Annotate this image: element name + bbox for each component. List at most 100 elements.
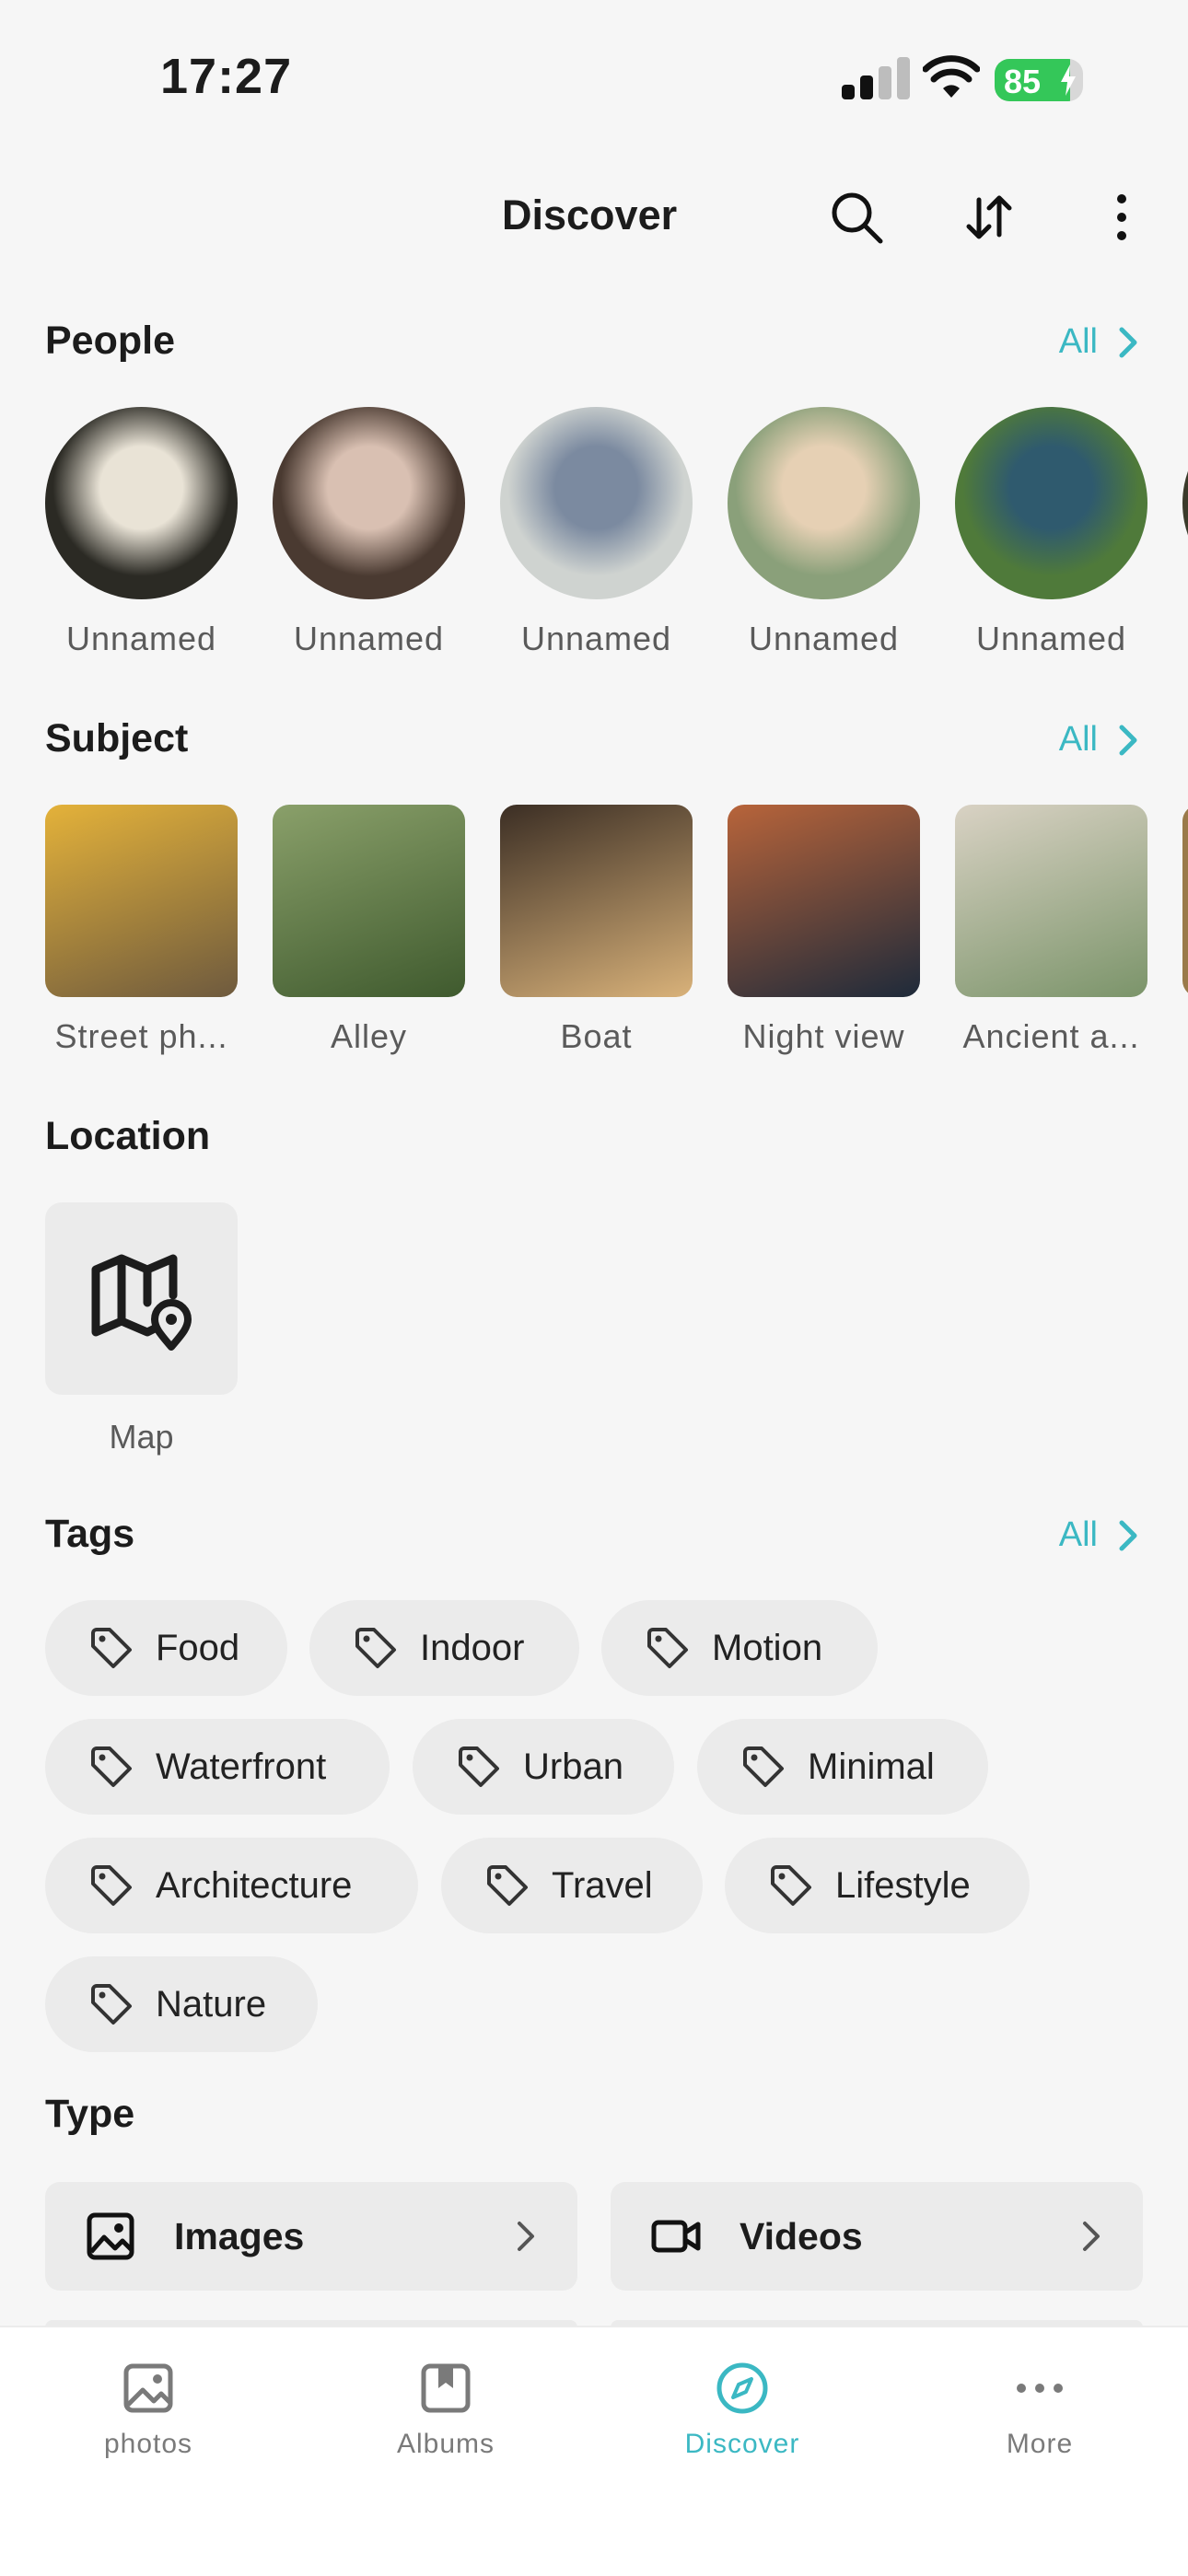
nav-more[interactable]: More — [948, 2361, 1132, 2460]
chevron-right-icon — [1083, 2222, 1100, 2251]
subject-row: Street ph... Alley Boat Night view Ancie… — [45, 805, 1188, 1056]
person-avatar — [728, 407, 920, 599]
person-item[interactable]: Unnamed — [45, 407, 238, 658]
subject-thumbnail — [45, 805, 238, 997]
video-icon — [651, 2220, 701, 2253]
sort-button[interactable] — [956, 184, 1022, 250]
nav-more-label: More — [1006, 2429, 1074, 2459]
tag-icon — [771, 1865, 811, 1906]
person-item[interactable]: Unnamed — [273, 407, 465, 658]
more-options-button[interactable] — [1089, 184, 1155, 250]
chevron-right-icon — [518, 2222, 534, 2251]
subject-label: Street ph... — [54, 1017, 228, 1055]
people-all-label: All — [1058, 322, 1098, 361]
battery-percentage: 85 — [1004, 63, 1042, 100]
nav-albums[interactable]: Albums — [354, 2361, 538, 2460]
tag-icon — [355, 1628, 396, 1668]
subject-all-label: All — [1058, 720, 1098, 759]
tag-label: Nature — [156, 1983, 267, 2025]
compass-icon — [716, 2362, 768, 2414]
subject-item[interactable]: Night view — [728, 805, 920, 1056]
signal-icon — [842, 57, 910, 99]
tag-chip-nature[interactable]: Nature — [45, 1956, 318, 2052]
charging-bolt-icon — [1061, 64, 1076, 96]
tag-label: Waterfront — [156, 1746, 327, 1787]
subject-thumbnail — [1182, 805, 1188, 997]
person-avatar — [1182, 407, 1188, 599]
people-row: Unnamed Unnamed Unnamed Unnamed Unnamed — [45, 407, 1188, 658]
type-videos-card[interactable]: Videos — [611, 2182, 1143, 2291]
tag-icon — [91, 1984, 132, 2025]
person-item[interactable]: Unnamed — [728, 407, 920, 658]
chevron-right-icon — [1119, 1520, 1137, 1550]
tags-all-link[interactable]: All — [1059, 1515, 1140, 1555]
person-name: Unnamed — [975, 620, 1127, 657]
person-item[interactable]: Unnamed — [500, 407, 693, 658]
type-images-card[interactable]: Images — [45, 2182, 577, 2291]
tag-chip-waterfront[interactable]: Waterfront — [45, 1719, 390, 1815]
map-label: Map — [109, 1418, 174, 1456]
person-avatar — [45, 407, 238, 599]
tag-icon — [91, 1865, 132, 1906]
bottom-navigation: photos Albums Discover More — [0, 2326, 1188, 2576]
person-item[interactable]: Unnamed — [955, 407, 1147, 658]
person-avatar — [955, 407, 1147, 599]
nav-discover[interactable]: Discover — [650, 2361, 834, 2460]
battery-indicator: 85 — [995, 59, 1083, 101]
subject-item[interactable]: Alley — [273, 805, 465, 1056]
tag-chip-minimal[interactable]: Minimal — [697, 1719, 988, 1815]
tag-icon — [91, 1628, 132, 1668]
search-icon — [832, 192, 883, 244]
person-avatar — [500, 407, 693, 599]
subject-item[interactable]: Street ph... — [45, 805, 238, 1056]
subject-item[interactable]: Boat — [500, 805, 693, 1056]
nav-photos-label: photos — [103, 2429, 193, 2459]
chevron-right-icon — [1119, 725, 1137, 755]
tag-label: Lifestyle — [835, 1864, 971, 1906]
subject-section-title: Subject — [45, 716, 189, 760]
tag-chip-food[interactable]: Food — [45, 1600, 287, 1696]
person-avatar — [273, 407, 465, 599]
tag-chip-architecture[interactable]: Architecture — [45, 1838, 418, 1933]
tag-chip-travel[interactable]: Travel — [441, 1838, 703, 1933]
tag-label: Motion — [712, 1627, 823, 1668]
subject-label: Night view — [742, 1017, 905, 1055]
sort-icon — [966, 195, 1012, 239]
wifi-icon — [923, 55, 980, 98]
tag-label: Indoor — [420, 1627, 525, 1668]
subject-item[interactable]: Ancient a... — [955, 805, 1147, 1056]
subject-label: Alley — [330, 1017, 408, 1055]
tag-chip-motion[interactable]: Motion — [601, 1600, 878, 1696]
person-item-partial[interactable] — [1182, 407, 1188, 658]
subject-label: Boat — [560, 1017, 633, 1055]
people-all-link[interactable]: All — [1059, 322, 1140, 362]
album-icon — [421, 2363, 471, 2413]
tag-icon — [487, 1865, 528, 1906]
search-button[interactable] — [823, 184, 890, 250]
map-pin-icon — [91, 1254, 192, 1351]
tag-icon — [91, 1746, 132, 1787]
tags-section-title: Tags — [45, 1512, 135, 1556]
tag-label: Minimal — [808, 1746, 935, 1787]
tag-chip-urban[interactable]: Urban — [413, 1719, 674, 1815]
subject-thumbnail — [955, 805, 1147, 997]
location-section-title: Location — [45, 1114, 211, 1158]
type-videos-label: Videos — [740, 2214, 863, 2257]
subject-item-partial[interactable] — [1182, 805, 1188, 1056]
tag-chip-lifestyle[interactable]: Lifestyle — [725, 1838, 1030, 1933]
subject-thumbnail — [500, 805, 693, 997]
status-time: 17:27 — [160, 49, 293, 104]
map-tile[interactable] — [45, 1202, 238, 1395]
tag-label: Food — [156, 1627, 240, 1668]
image-icon — [87, 2212, 134, 2260]
tag-label: Urban — [523, 1746, 623, 1787]
tag-label: Travel — [552, 1864, 653, 1906]
nav-albums-label: Albums — [396, 2429, 495, 2459]
subject-all-link[interactable]: All — [1059, 720, 1140, 760]
nav-photos[interactable]: photos — [56, 2361, 240, 2460]
tag-chip-indoor[interactable]: Indoor — [309, 1600, 579, 1696]
person-name: Unnamed — [65, 620, 217, 657]
tag-icon — [647, 1628, 688, 1668]
tags-all-label: All — [1058, 1515, 1098, 1554]
subject-label: Ancient a... — [962, 1017, 1140, 1055]
